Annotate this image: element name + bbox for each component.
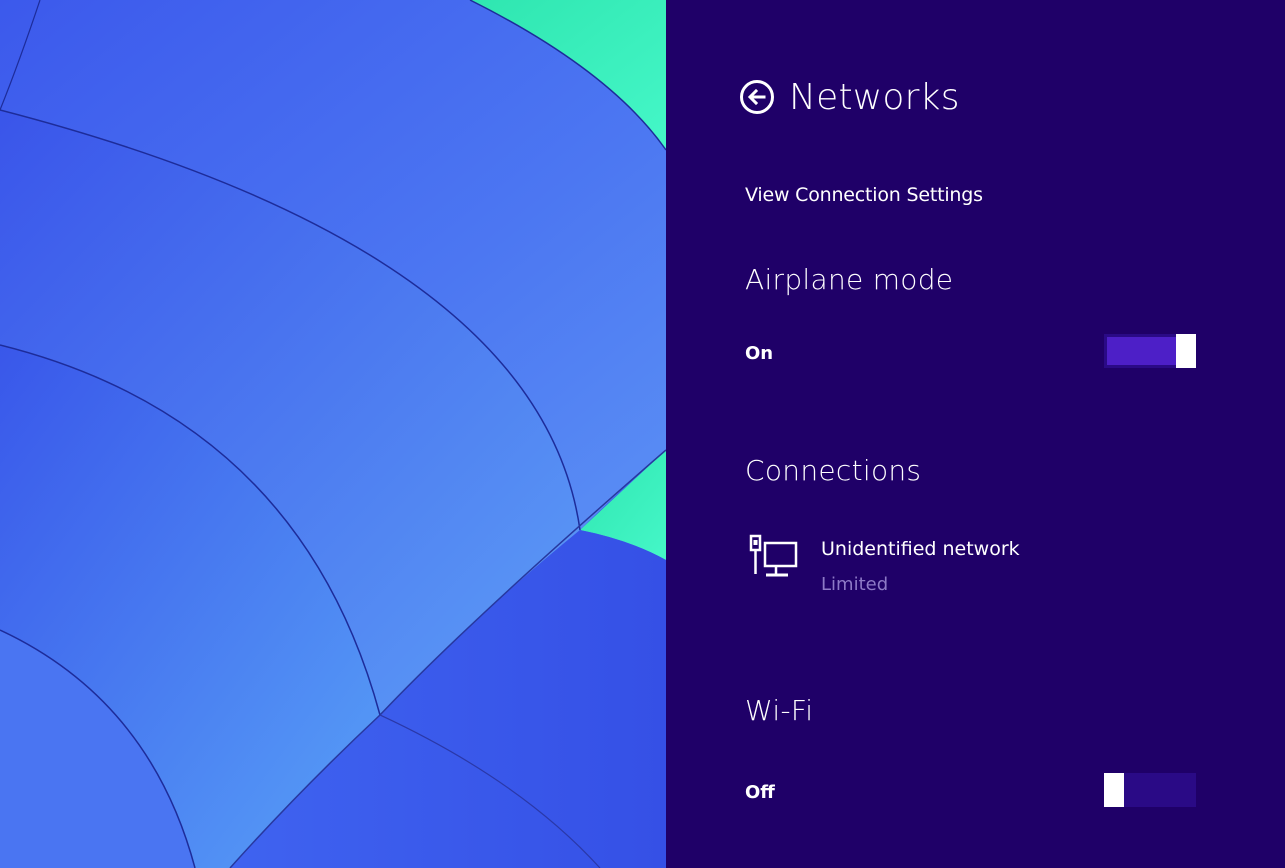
back-arrow-icon bbox=[747, 88, 766, 106]
connections-heading: Connections bbox=[745, 454, 922, 487]
toggle-fill bbox=[1107, 337, 1176, 365]
airplane-mode-state-label: On bbox=[745, 343, 774, 364]
desktop-wallpaper bbox=[0, 0, 666, 868]
back-button[interactable] bbox=[740, 80, 774, 114]
toggle-thumb bbox=[1104, 773, 1124, 807]
panel-title: Networks bbox=[789, 76, 960, 118]
panel-header: Networks bbox=[740, 72, 960, 122]
wallpaper-image bbox=[0, 0, 666, 868]
connection-status: Limited bbox=[821, 574, 889, 595]
connection-name: Unidentified network bbox=[821, 538, 1020, 560]
wired-network-icon bbox=[749, 534, 798, 577]
airplane-mode-toggle[interactable] bbox=[1104, 334, 1196, 368]
airplane-mode-heading: Airplane mode bbox=[745, 263, 954, 296]
wifi-toggle[interactable] bbox=[1104, 773, 1196, 807]
networks-panel: Networks View Connection Settings Airpla… bbox=[666, 0, 1285, 868]
toggle-thumb bbox=[1176, 334, 1196, 368]
wifi-state-label: Off bbox=[745, 782, 775, 803]
screen: Networks View Connection Settings Airpla… bbox=[0, 0, 1285, 868]
wifi-heading: Wi-Fi bbox=[745, 694, 814, 727]
connection-item-unidentified-network[interactable]: Unidentified network Limited bbox=[746, 530, 1166, 604]
view-connection-settings-link[interactable]: View Connection Settings bbox=[745, 184, 983, 206]
